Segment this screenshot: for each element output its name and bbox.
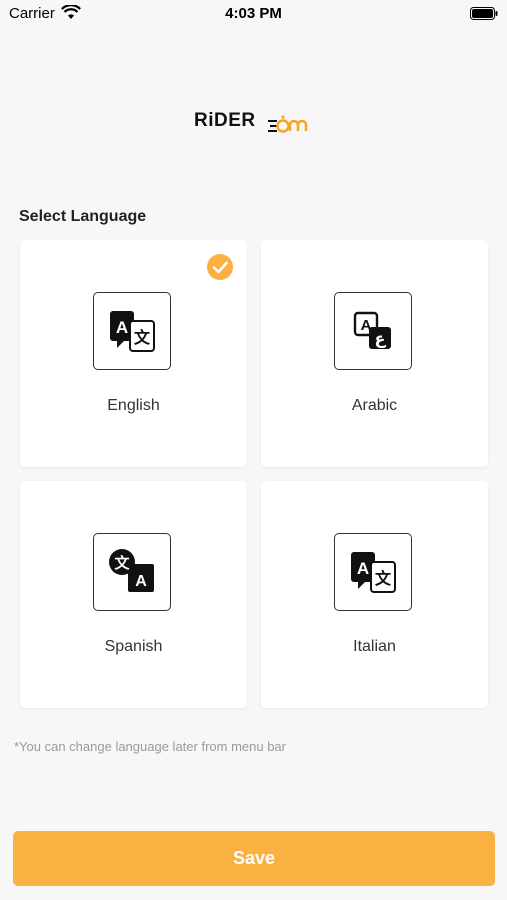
battery-icon — [470, 7, 498, 20]
check-icon — [207, 254, 233, 280]
language-card-arabic[interactable]: A ع Arabic — [261, 240, 488, 467]
language-card-italian[interactable]: A 文 Italian — [261, 481, 488, 708]
language-note: *You can change language later from menu… — [14, 739, 286, 754]
translate-icon: A 文 — [93, 533, 171, 611]
language-label: Spanish — [104, 638, 163, 655]
svg-text:A: A — [357, 559, 369, 578]
svg-text:A: A — [135, 573, 147, 590]
app-logo: RiDER — [194, 110, 316, 140]
language-label: Italian — [353, 638, 396, 655]
svg-text:文: 文 — [375, 569, 392, 588]
svg-text:文: 文 — [134, 328, 151, 347]
translate-icon: A ع — [334, 292, 412, 370]
language-card-english[interactable]: A 文 English — [20, 240, 247, 467]
language-label: Arabic — [351, 397, 398, 414]
logo-oom-mark — [268, 115, 308, 133]
translate-icon: A 文 — [93, 292, 171, 370]
section-title: Select Language — [19, 208, 147, 225]
clock: 4:03 PM — [225, 5, 282, 22]
translate-icon: A 文 — [334, 533, 412, 611]
status-bar: Carrier 4:03 PM — [0, 0, 507, 28]
save-button[interactable]: Save — [13, 831, 495, 886]
svg-text:ع: ع — [375, 329, 387, 348]
language-card-spanish[interactable]: A 文 Spanish — [20, 481, 247, 708]
svg-text:文: 文 — [114, 554, 130, 572]
logo-text: RiDER — [194, 110, 256, 131]
svg-text:A: A — [116, 318, 128, 337]
language-label: English — [107, 397, 160, 414]
